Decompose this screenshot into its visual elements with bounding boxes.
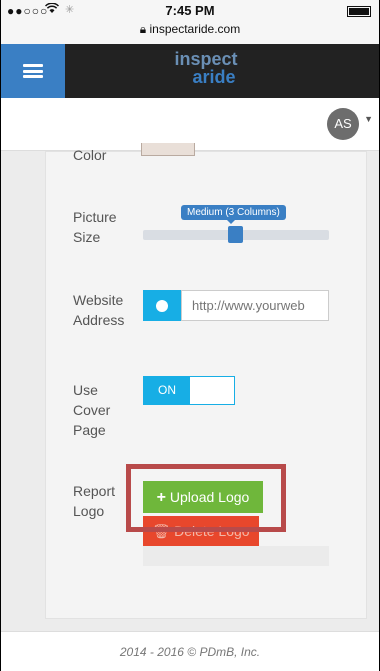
avatar[interactable]: AS [327,108,359,140]
chevron-down-icon[interactable]: ▼ [364,114,373,124]
picture-size-label: Picture Size [73,209,117,245]
phone-screen: ●●○○○ ✳ 7:45 PM 🔒︎ inspectaride.com insp… [0,0,380,671]
battery-icon [347,6,371,17]
toggle-on-label: ON [144,377,190,404]
logo-line-2: aride [192,67,236,87]
cover-page-label: Use Cover Page [73,382,111,438]
app-logo[interactable]: inspect aride [161,50,251,86]
menu-button[interactable] [1,44,65,98]
logo-line-1: inspect [174,49,238,69]
globe-icon [143,290,181,321]
logo-preview-area [143,546,329,566]
slider-handle[interactable] [228,226,243,243]
color-label: Color [73,147,107,163]
highlight-box [126,464,286,532]
copyright-text: 2014 - 2016 © PDmB, Inc. [119,645,261,659]
lock-icon: 🔒︎ [139,22,147,36]
color-swatch[interactable] [141,143,195,156]
website-label: Website Address [73,292,125,328]
status-bar: ●●○○○ ✳ 7:45 PM 🔒︎ inspectaride.com [1,0,379,44]
report-logo-label: Report Logo [73,483,116,519]
clock: 7:45 PM [165,3,215,18]
website-input[interactable] [181,290,329,321]
footer: 2014 - 2016 © PDmB, Inc. [1,631,379,671]
slider-value-tooltip: Medium (3 Columns) [181,205,286,224]
address-bar[interactable]: 🔒︎ inspectaride.com [1,22,379,37]
top-nav: inspect aride [1,44,379,98]
hamburger-icon [23,64,43,78]
address-text: inspectaride.com [149,22,241,36]
cover-page-toggle[interactable]: ON [143,376,235,405]
